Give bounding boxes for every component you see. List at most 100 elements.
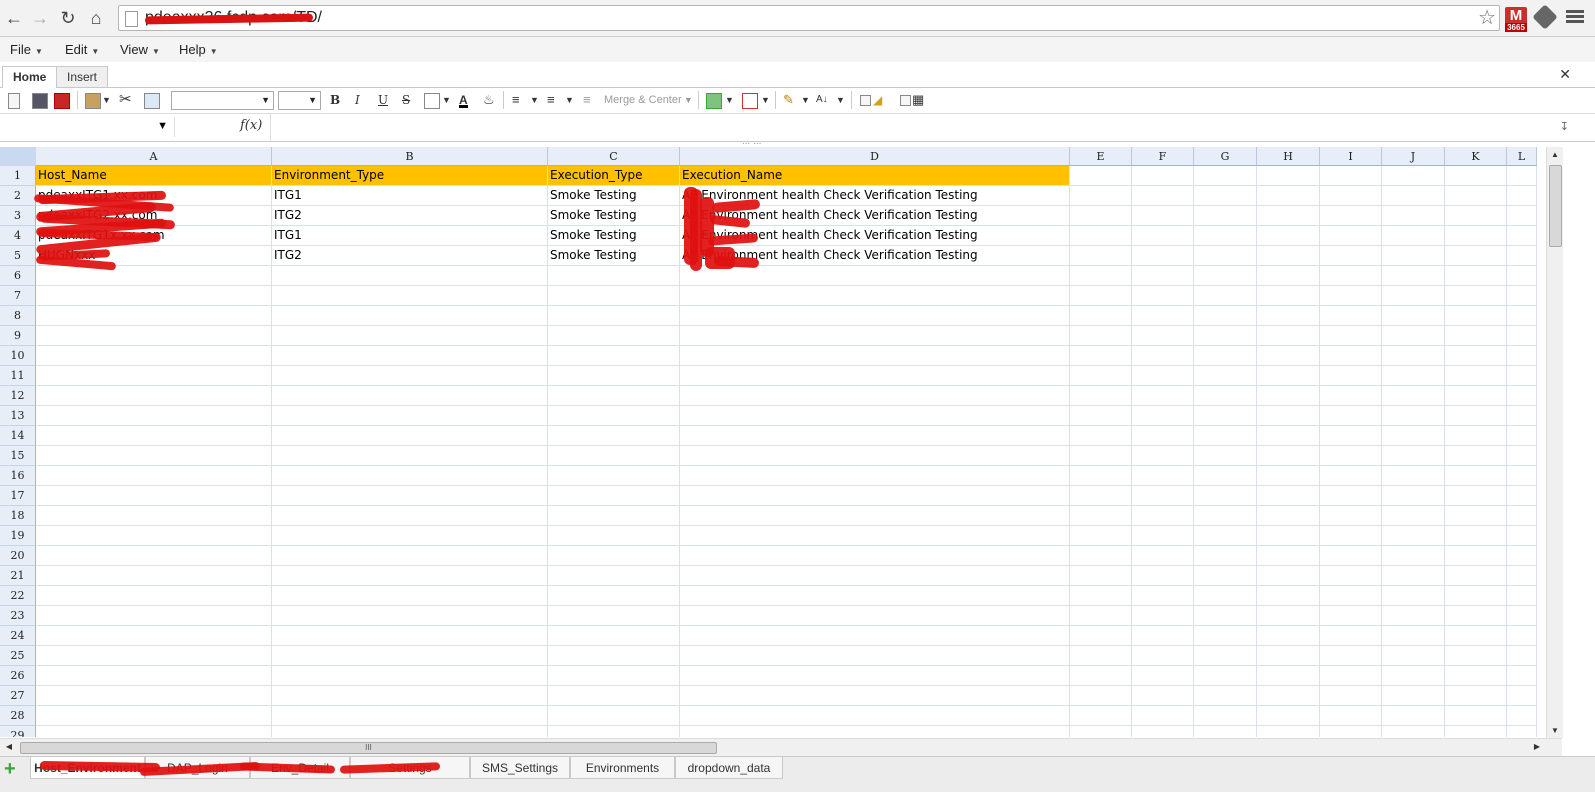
cell-d18[interactable] <box>680 506 1070 526</box>
cell-e14[interactable] <box>1070 426 1132 446</box>
cell-k5[interactable] <box>1445 246 1507 266</box>
cell-e25[interactable] <box>1070 646 1132 666</box>
cell-l1[interactable] <box>1507 166 1537 186</box>
cell-g21[interactable] <box>1194 566 1257 586</box>
cell-c5[interactable]: Smoke Testing <box>548 246 680 266</box>
cell-e11[interactable] <box>1070 366 1132 386</box>
name-box[interactable]: ▼ <box>2 117 175 137</box>
cell-c7[interactable] <box>548 286 680 306</box>
cell-f8[interactable] <box>1132 306 1194 326</box>
cell-a27[interactable] <box>36 686 272 706</box>
cell-l2[interactable] <box>1507 186 1537 206</box>
cell-i16[interactable] <box>1320 466 1382 486</box>
cell-k28[interactable] <box>1445 706 1507 726</box>
cell-a19[interactable] <box>36 526 272 546</box>
cell-e7[interactable] <box>1070 286 1132 306</box>
cell-e19[interactable] <box>1070 526 1132 546</box>
cell-c21[interactable] <box>548 566 680 586</box>
cell-l27[interactable] <box>1507 686 1537 706</box>
column-header-k[interactable]: K <box>1445 147 1507 166</box>
cell-g25[interactable] <box>1194 646 1257 666</box>
cell-e9[interactable] <box>1070 326 1132 346</box>
cell-b25[interactable] <box>272 646 548 666</box>
cell-a16[interactable] <box>36 466 272 486</box>
cell-g13[interactable] <box>1194 406 1257 426</box>
cell-k20[interactable] <box>1445 546 1507 566</box>
cell-j22[interactable] <box>1382 586 1445 606</box>
cell-d25[interactable] <box>680 646 1070 666</box>
cell-i12[interactable] <box>1320 386 1382 406</box>
cell-b20[interactable] <box>272 546 548 566</box>
cell-c10[interactable] <box>548 346 680 366</box>
add-sheet-icon[interactable]: + <box>4 758 16 781</box>
cell-g6[interactable] <box>1194 266 1257 286</box>
cell-l20[interactable] <box>1507 546 1537 566</box>
cell-g14[interactable] <box>1194 426 1257 446</box>
cell-k1[interactable] <box>1445 166 1507 186</box>
cell-c28[interactable] <box>548 706 680 726</box>
scroll-up-icon[interactable]: ▲ <box>1547 150 1563 159</box>
cell-b8[interactable] <box>272 306 548 326</box>
cell-i14[interactable] <box>1320 426 1382 446</box>
halign-dropdown-icon[interactable]: ▼ <box>565 92 574 108</box>
cell-j17[interactable] <box>1382 486 1445 506</box>
cell-h7[interactable] <box>1257 286 1320 306</box>
cell-c4[interactable]: Smoke Testing <box>548 226 680 246</box>
cell-l19[interactable] <box>1507 526 1537 546</box>
cell-k7[interactable] <box>1445 286 1507 306</box>
menu-view[interactable]: View ▼ <box>120 42 160 57</box>
cell-c11[interactable] <box>548 366 680 386</box>
merge-dropdown-icon[interactable]: ▼ <box>684 92 693 108</box>
cell-l22[interactable] <box>1507 586 1537 606</box>
cell-f13[interactable] <box>1132 406 1194 426</box>
cell-d16[interactable] <box>680 466 1070 486</box>
row-header-1[interactable]: 1 <box>0 166 36 186</box>
reload-icon[interactable]: ↻ <box>58 8 78 28</box>
cell-i25[interactable] <box>1320 646 1382 666</box>
cell-e22[interactable] <box>1070 586 1132 606</box>
cell-e15[interactable] <box>1070 446 1132 466</box>
cell-c15[interactable] <box>548 446 680 466</box>
cut-icon[interactable]: ✂ <box>119 92 132 108</box>
cell-f15[interactable] <box>1132 446 1194 466</box>
cell-d27[interactable] <box>680 686 1070 706</box>
cell-e8[interactable] <box>1070 306 1132 326</box>
cell-d19[interactable] <box>680 526 1070 546</box>
cell-l23[interactable] <box>1507 606 1537 626</box>
cell-l7[interactable] <box>1507 286 1537 306</box>
row-header-13[interactable]: 13 <box>0 406 36 426</box>
cell-h11[interactable] <box>1257 366 1320 386</box>
cell-h12[interactable] <box>1257 386 1320 406</box>
cell-b2[interactable]: ITG1 <box>272 186 548 206</box>
cell-h2[interactable] <box>1257 186 1320 206</box>
cell-g9[interactable] <box>1194 326 1257 346</box>
cell-b18[interactable] <box>272 506 548 526</box>
cell-b26[interactable] <box>272 666 548 686</box>
paste-icon[interactable] <box>85 93 101 109</box>
row-header-9[interactable]: 9 <box>0 326 36 346</box>
cell-j21[interactable] <box>1382 566 1445 586</box>
cell-i1[interactable] <box>1320 166 1382 186</box>
cell-j23[interactable] <box>1382 606 1445 626</box>
cell-g27[interactable] <box>1194 686 1257 706</box>
cell-k10[interactable] <box>1445 346 1507 366</box>
row-header-23[interactable]: 23 <box>0 606 36 626</box>
cell-a13[interactable] <box>36 406 272 426</box>
row-header-10[interactable]: 10 <box>0 346 36 366</box>
cell-a21[interactable] <box>36 566 272 586</box>
cell-i23[interactable] <box>1320 606 1382 626</box>
cell-d24[interactable] <box>680 626 1070 646</box>
cell-f24[interactable] <box>1132 626 1194 646</box>
cell-i24[interactable] <box>1320 626 1382 646</box>
cell-f3[interactable] <box>1132 206 1194 226</box>
cell-i15[interactable] <box>1320 446 1382 466</box>
bookmark-star-icon[interactable]: ☆ <box>1478 6 1496 30</box>
cell-g8[interactable] <box>1194 306 1257 326</box>
cell-j29[interactable] <box>1382 726 1445 737</box>
cell-f25[interactable] <box>1132 646 1194 666</box>
row-header-19[interactable]: 19 <box>0 526 36 546</box>
checkbox-icon[interactable] <box>860 95 871 106</box>
cell-i13[interactable] <box>1320 406 1382 426</box>
cell-j3[interactable] <box>1382 206 1445 226</box>
cell-a8[interactable] <box>36 306 272 326</box>
